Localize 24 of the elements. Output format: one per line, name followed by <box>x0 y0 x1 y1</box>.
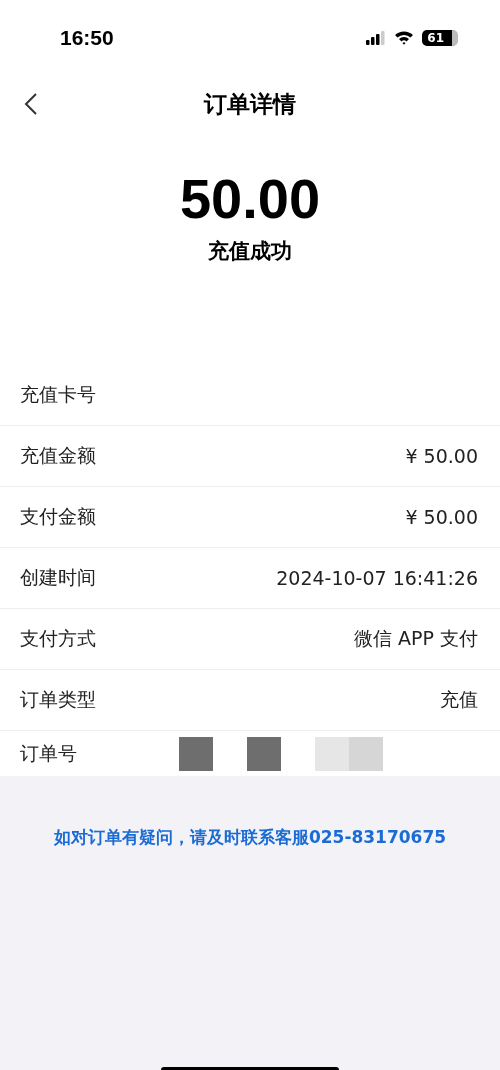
row-value: ¥ 50.00 <box>405 506 478 528</box>
contact-notice: 如对订单有疑问，请及时联系客服025-83170675 <box>53 826 447 849</box>
back-icon[interactable] <box>24 92 38 116</box>
row-label: 订单号 <box>20 740 77 766</box>
row-value: 2024-10-07 16:41:26 <box>276 567 478 589</box>
row-label: 支付金额 <box>20 504 96 529</box>
row-label: 订单类型 <box>20 687 96 712</box>
battery-icon: 61 <box>422 29 458 46</box>
row-value: 微信 APP 支付 <box>354 626 478 651</box>
row-label: 创建时间 <box>20 565 96 590</box>
status-time: 16:50 <box>60 25 114 50</box>
wifi-icon <box>394 30 415 45</box>
status-text: 充值成功 <box>208 238 292 265</box>
row-label: 充值卡号 <box>20 382 96 407</box>
redaction-block <box>247 736 281 771</box>
redaction-block <box>179 736 213 771</box>
row-value: 充值 <box>440 687 478 712</box>
amount: 50.00 <box>179 169 321 229</box>
page-title: 订单详情 <box>204 89 296 119</box>
row-label: 充值金额 <box>20 443 96 468</box>
signal-icon <box>366 30 387 45</box>
redaction-block <box>315 736 383 771</box>
row-value: ¥ 50.00 <box>405 445 478 467</box>
row-label: 支付方式 <box>20 626 96 651</box>
